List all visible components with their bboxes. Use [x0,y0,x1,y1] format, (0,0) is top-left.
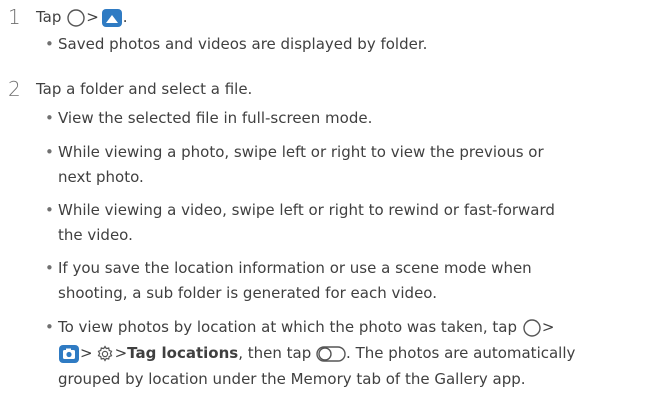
bullet-line-1: To view photos by location at which the … [58,315,554,340]
bullet-text: the video. [58,226,133,244]
bullet-dot: • [45,259,54,277]
step-number: 2 [8,77,21,101]
step-number: 1 [8,5,21,29]
bullet-text: . The photos are automatically [346,344,576,362]
gallery-icon [101,8,122,27]
bullet-text: To view photos by location at which the … [58,318,518,336]
list-item: • While viewing a video, swipe left or r… [45,198,635,248]
camera-app-icon [59,344,79,363]
bullet-text: While viewing a video, swipe left or rig… [58,201,555,219]
bullet-text: , then tap [238,344,312,362]
bullet-dot: • [45,143,54,161]
home-circle-icon [67,8,85,27]
bullet-text: If you save the location information or … [58,259,532,277]
bullet-text: shooting, a sub folder is generated for … [58,284,437,302]
list-item: • To view photos by location at which th… [45,315,635,395]
bullet-text: View the selected file in full-screen mo… [58,109,373,127]
step-text-end: . [122,8,128,26]
toggle-switch-icon [316,345,346,362]
bullet-text: next photo. [58,168,144,186]
bullet-line-2: > >Tag locations, then tap . The photos … [58,341,575,366]
list-item: • If you save the location information o… [45,256,635,306]
tag-locations-label: Tag locations [127,344,239,362]
bullet-dot: • [45,201,54,219]
step-2: 2 Tap a folder and select a file. [0,74,647,104]
bullet-text: While viewing a photo, swipe left or rig… [58,143,544,161]
step-text: Tap > . [36,2,128,32]
bullet-text-sep: > [541,318,555,336]
step-text-sep: > [86,8,99,26]
bullet-text: Saved photos and videos are displayed by… [58,35,428,53]
gear-icon [97,344,112,362]
step-text-tap: Tap [36,8,62,26]
list-item: • While viewing a photo, swipe left or r… [45,140,635,190]
bullet-text-sep: > [114,344,128,362]
bullet-dot: • [45,35,54,53]
home-circle-icon [523,318,541,337]
step-text: Tap a folder and select a file. [36,80,253,98]
bullet-line-3: grouped by location under the Memory tab… [58,370,526,388]
bullet-dot: • [45,318,54,336]
bullet-dot: • [45,109,54,127]
step-1: 1 Tap > . [0,2,647,32]
bullet-text-sep: > [80,344,93,362]
list-item: • Saved photos and videos are displayed … [45,32,635,57]
list-item: • View the selected file in full-screen … [45,106,635,131]
